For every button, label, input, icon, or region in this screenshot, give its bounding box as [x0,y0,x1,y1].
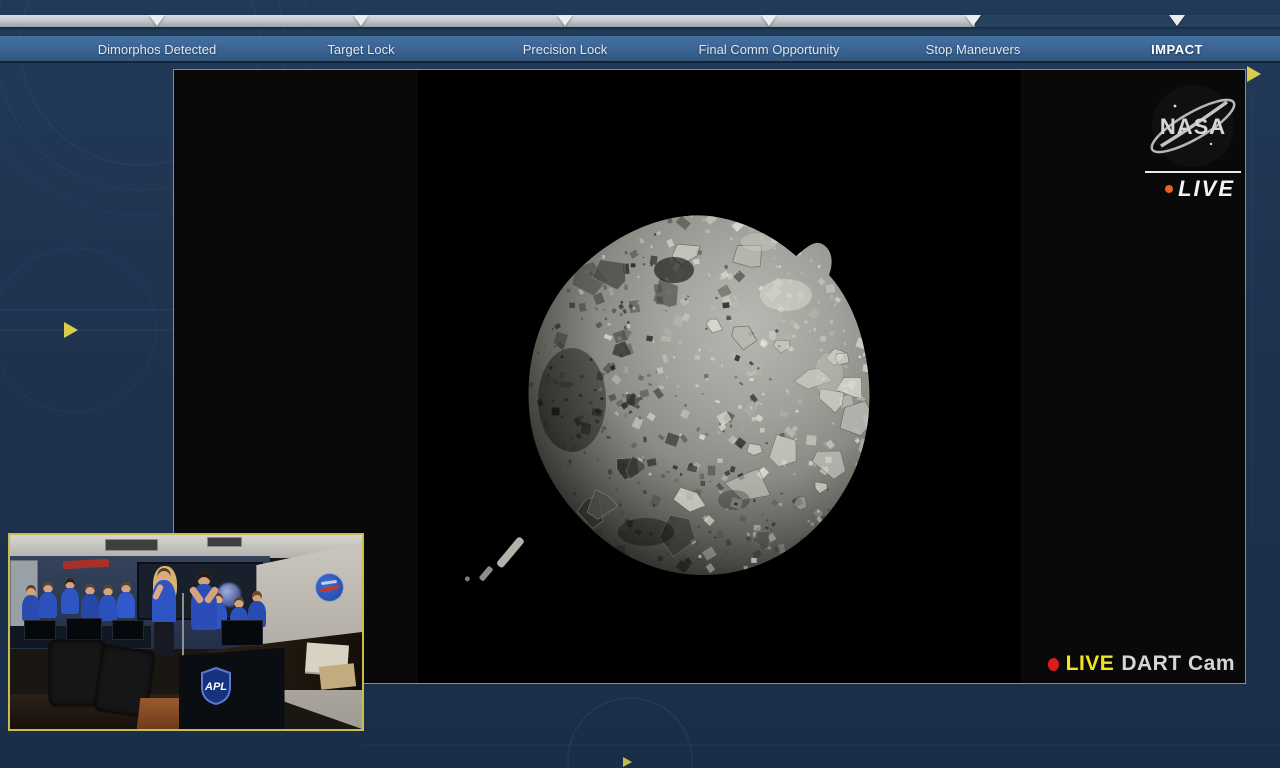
milestone-label: Precision Lock [522,42,608,57]
ceiling-vent [207,536,243,547]
live-dot-icon [1165,185,1174,193]
live-label: LIVE [1178,176,1235,201]
console-monitor [24,620,56,640]
milestone-label: Dimorphos Detected [97,42,217,57]
team-member [38,581,58,624]
milestone-label: Target Lock [327,42,395,57]
ceiling-vent [105,538,158,551]
milestone-marker-icon [557,15,573,26]
milestone-marker-icon [1169,15,1185,26]
milestone-label: Stop Maneuvers [925,42,1021,57]
mission-timeline: Dimorphos Detected Target Lock Precision L… [0,0,1280,64]
team-member [116,581,136,624]
overlay-separator-line [1145,171,1241,173]
svg-text:APL: APL [204,681,227,693]
timeline-label-band: Dimorphos Detected Target Lock Precision L… [0,36,1280,63]
milestone-label: Final Comm Opportunity [698,42,840,57]
milestone-marker-icon [353,15,369,26]
cardboard-box [318,663,357,691]
milestone-marker-icon [965,15,981,26]
console-monitor [66,618,102,640]
mission-control-pip: APL [8,533,364,731]
mission-control-scene: APL [10,535,362,729]
milestone-marker-icon [761,15,777,26]
svg-text:NASA: NASA [1160,114,1226,139]
milestone-label: IMPACT [1151,42,1203,57]
record-dot-icon [1047,657,1059,671]
team-member [59,577,81,624]
podium-base [136,697,183,729]
live-badge-label: LIVE [1065,652,1115,675]
live-indicator: LIVE [1165,176,1235,202]
console-monitor [112,620,144,640]
nasa-logo-icon: NASA [1150,85,1236,167]
camera-badge: LIVE DART Cam [1047,652,1235,676]
camera-name-label: DART Cam [1121,652,1235,675]
apl-shield-logo: APL [201,666,232,705]
flight-controller-man [187,571,220,652]
nasa-meatball-icon [316,573,344,601]
console-monitor [221,620,264,646]
timeline-progress-fill [0,15,975,27]
milestone-marker-icon [149,15,165,26]
flight-controller-woman [151,567,177,656]
debris-shard [464,537,524,582]
